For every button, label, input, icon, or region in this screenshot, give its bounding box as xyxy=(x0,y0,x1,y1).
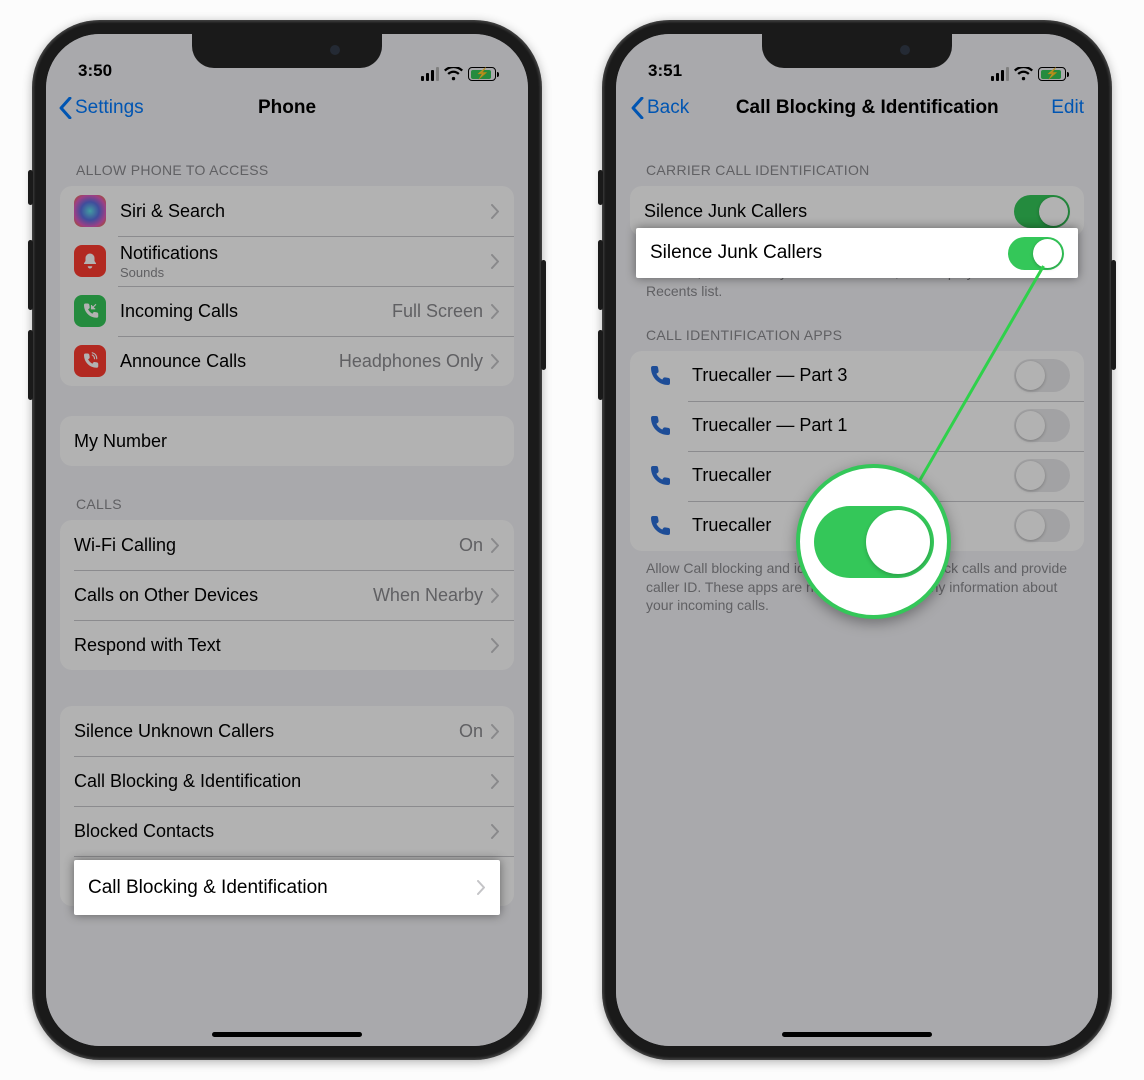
chevron-right-icon xyxy=(491,354,500,369)
toggle-silence-junk[interactable] xyxy=(1014,195,1070,228)
nav-back-label: Back xyxy=(647,97,689,119)
siri-icon xyxy=(74,195,106,227)
zoom-bubble xyxy=(796,464,951,619)
chevron-left-icon xyxy=(630,97,645,119)
left-screen: 3:50 Settings Phone ALLOW PHONE TO ACCES… xyxy=(46,34,528,1046)
nav-back-settings[interactable]: Settings xyxy=(58,97,144,119)
status-time: 3:50 xyxy=(78,61,112,81)
row-respond-with-text[interactable]: Respond with Text xyxy=(60,620,514,670)
row-label: Calls on Other Devices xyxy=(74,585,373,606)
zoom-toggle-on-icon xyxy=(814,506,934,578)
nav-back-label: Settings xyxy=(75,97,144,119)
notch xyxy=(762,34,952,68)
chevron-right-icon xyxy=(491,638,500,653)
chevron-right-icon xyxy=(491,724,500,739)
row-label: Call Blocking & Identification xyxy=(74,771,491,792)
group-access: Siri & Search Notifications Sounds xyxy=(60,186,514,386)
row-label: My Number xyxy=(74,431,500,452)
row-label: Wi-Fi Calling xyxy=(74,535,459,556)
status-time: 3:51 xyxy=(648,61,682,81)
phone-icon xyxy=(644,361,674,391)
chevron-right-icon xyxy=(491,538,500,553)
row-notifications[interactable]: Notifications Sounds xyxy=(60,236,514,286)
section-header-calls: CALLS xyxy=(60,466,514,520)
bell-icon xyxy=(74,245,106,277)
row-truecaller-3: Truecaller — Part 3 xyxy=(630,351,1084,401)
chevron-right-icon xyxy=(491,774,500,789)
row-label: Respond with Text xyxy=(74,635,491,656)
highlight-label: Silence Junk Callers xyxy=(650,242,1008,264)
row-value: When Nearby xyxy=(373,585,483,606)
nav-bar: Back Call Blocking & Identification Edit xyxy=(616,84,1098,132)
phone-incoming-icon xyxy=(74,295,106,327)
highlight-call-blocking-id[interactable]: Call Blocking & Identification xyxy=(74,860,500,915)
section-header-access: ALLOW PHONE TO ACCESS xyxy=(60,132,514,186)
row-wifi-calling[interactable]: Wi-Fi Calling On xyxy=(60,520,514,570)
toggle-truecaller-b[interactable] xyxy=(1014,509,1070,542)
row-label: Silence Junk Callers xyxy=(644,201,1014,222)
phone-announce-icon xyxy=(74,345,106,377)
nav-edit-button[interactable]: Edit xyxy=(1051,97,1084,119)
row-label: Siri & Search xyxy=(120,201,491,222)
toggle-truecaller-3[interactable] xyxy=(1014,359,1070,392)
row-label: Notifications xyxy=(120,243,491,264)
chevron-right-icon xyxy=(491,204,500,219)
cellular-signal-icon xyxy=(421,67,440,81)
section-header-carrier: CARRIER CALL IDENTIFICATION xyxy=(630,132,1084,186)
nav-title: Call Blocking & Identification xyxy=(689,97,1051,119)
row-sub: Sounds xyxy=(120,265,491,280)
row-siri-search[interactable]: Siri & Search xyxy=(60,186,514,236)
row-call-blocking-id[interactable]: Call Blocking & Identification xyxy=(60,756,514,806)
row-label: Announce Calls xyxy=(120,351,339,372)
toggle-truecaller-a[interactable] xyxy=(1014,459,1070,492)
row-calls-other-devices[interactable]: Calls on Other Devices When Nearby xyxy=(60,570,514,620)
row-value: Headphones Only xyxy=(339,351,483,372)
phone-icon xyxy=(644,461,674,491)
right-screen: 3:51 Back Call Blocking & Identification… xyxy=(616,34,1098,1046)
right-phone-frame: 3:51 Back Call Blocking & Identification… xyxy=(602,20,1112,1060)
battery-icon xyxy=(468,67,496,81)
row-value: On xyxy=(459,721,483,742)
row-announce-calls[interactable]: Announce Calls Headphones Only xyxy=(60,336,514,386)
highlight-label: Call Blocking & Identification xyxy=(88,877,477,899)
nav-title: Phone xyxy=(258,97,316,119)
row-silence-unknown[interactable]: Silence Unknown Callers On xyxy=(60,706,514,756)
chevron-left-icon xyxy=(58,97,73,119)
chevron-right-icon xyxy=(491,304,500,319)
row-label: Truecaller — Part 3 xyxy=(692,365,1014,386)
row-label: Incoming Calls xyxy=(120,301,392,322)
row-label: Truecaller — Part 1 xyxy=(692,415,1014,436)
row-blocked-contacts[interactable]: Blocked Contacts xyxy=(60,806,514,856)
left-phone-frame: 3:50 Settings Phone ALLOW PHONE TO ACCES… xyxy=(32,20,542,1060)
row-my-number[interactable]: My Number xyxy=(60,416,514,466)
battery-icon xyxy=(1038,67,1066,81)
wifi-icon xyxy=(444,67,463,81)
phone-icon xyxy=(644,511,674,541)
nav-bar: Settings Phone xyxy=(46,84,528,132)
group-calls: Wi-Fi Calling On Calls on Other Devices … xyxy=(60,520,514,670)
phone-icon xyxy=(644,411,674,441)
row-value: Full Screen xyxy=(392,301,483,322)
row-label: Blocked Contacts xyxy=(74,821,491,842)
group-my-number: My Number xyxy=(60,416,514,466)
cellular-signal-icon xyxy=(991,67,1010,81)
chevron-right-icon xyxy=(477,880,486,895)
row-truecaller-1: Truecaller — Part 1 xyxy=(630,401,1084,451)
chevron-right-icon xyxy=(491,588,500,603)
home-indicator[interactable] xyxy=(782,1032,932,1037)
chevron-right-icon xyxy=(491,254,500,269)
nav-back-button[interactable]: Back xyxy=(630,97,689,119)
toggle-silence-junk-highlight[interactable] xyxy=(1008,237,1064,270)
home-indicator[interactable] xyxy=(212,1032,362,1037)
wifi-icon xyxy=(1014,67,1033,81)
chevron-right-icon xyxy=(491,824,500,839)
highlight-silence-junk: Silence Junk Callers xyxy=(636,228,1078,278)
row-label: Silence Unknown Callers xyxy=(74,721,459,742)
notch xyxy=(192,34,382,68)
toggle-truecaller-1[interactable] xyxy=(1014,409,1070,442)
row-incoming-calls[interactable]: Incoming Calls Full Screen xyxy=(60,286,514,336)
row-value: On xyxy=(459,535,483,556)
